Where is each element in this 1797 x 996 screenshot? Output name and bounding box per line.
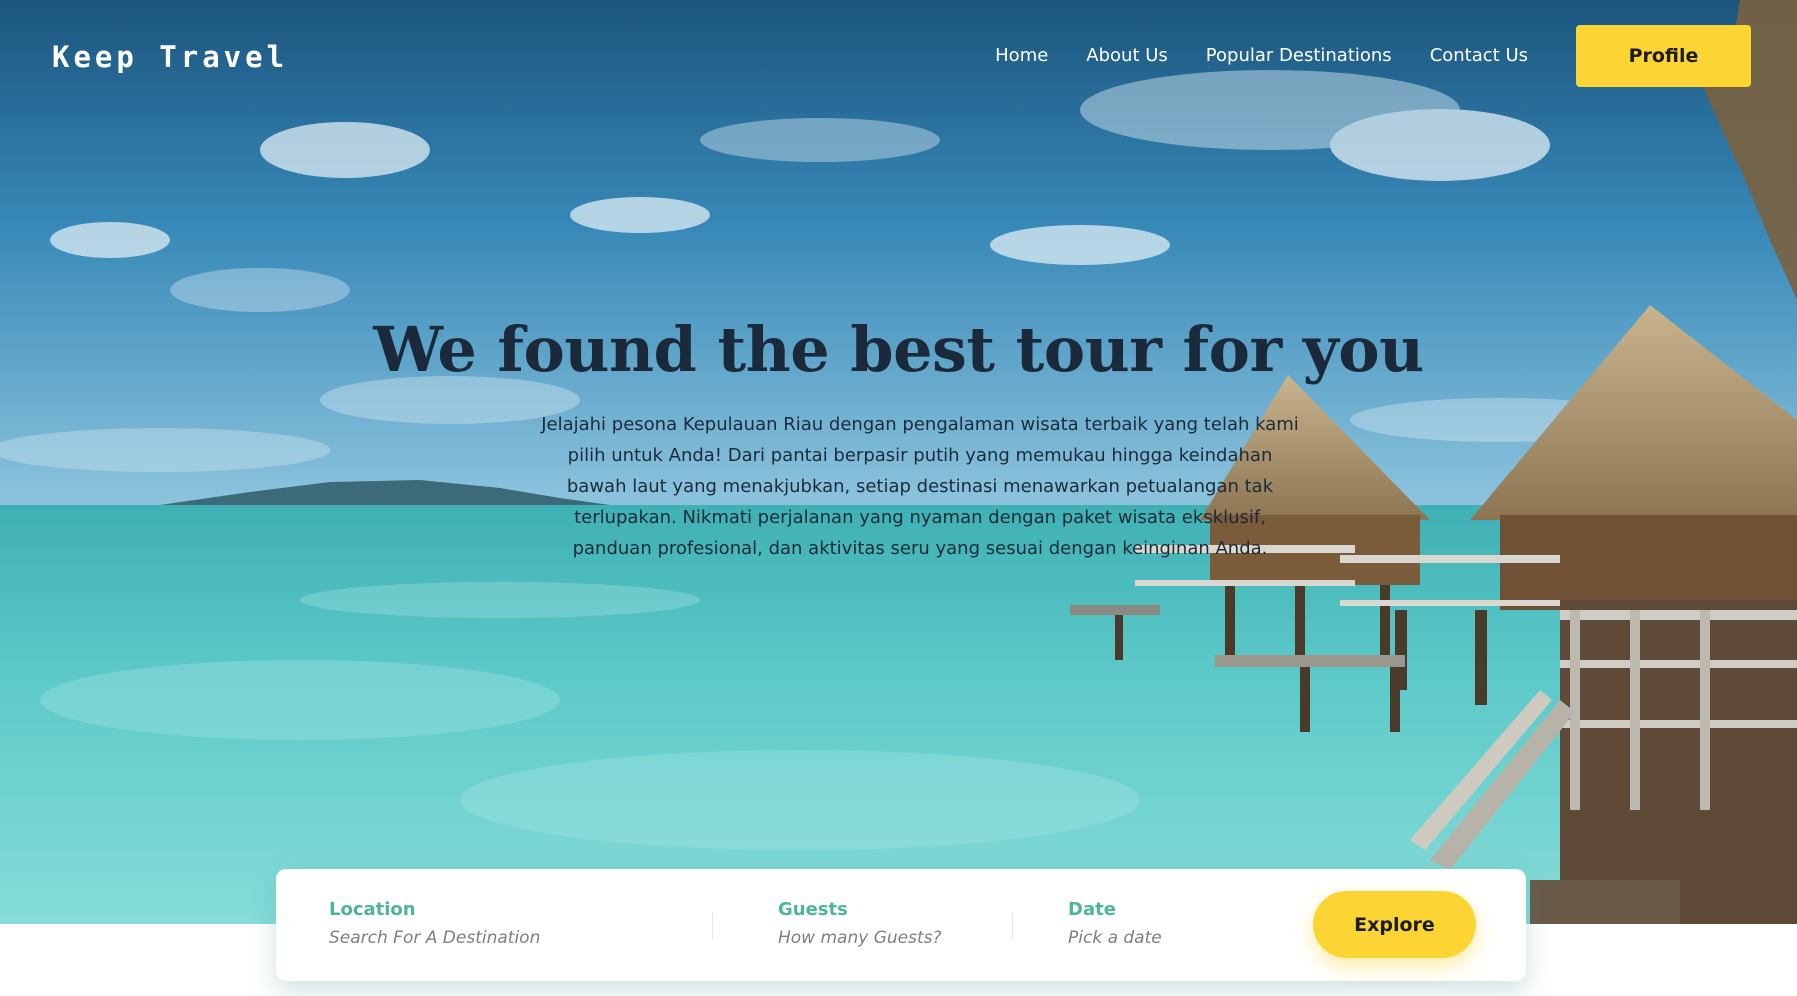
logo[interactable]: Keep Travel: [52, 40, 288, 74]
nav-contact-us[interactable]: Contact Us: [1430, 45, 1528, 66]
profile-button[interactable]: Profile: [1576, 25, 1751, 87]
location-label: Location: [329, 899, 416, 920]
date-label: Date: [1068, 899, 1116, 920]
nav-home[interactable]: Home: [995, 45, 1048, 66]
hero-description: Jelajahi pesona Kepulauan Riau dengan pe…: [541, 414, 1299, 559]
guests-input[interactable]: [778, 928, 978, 948]
search-panel: Location Guests Date Explore: [276, 869, 1526, 981]
location-field: Location: [329, 899, 629, 948]
nav-about-us[interactable]: About Us: [1086, 45, 1168, 66]
main-nav: Home About Us Popular Destinations Conta…: [995, 45, 1528, 66]
field-divider: [712, 913, 713, 939]
field-divider: [1012, 913, 1013, 939]
explore-button[interactable]: Explore: [1313, 891, 1476, 958]
location-input[interactable]: [329, 928, 629, 948]
hero-title: We found the best tour for you: [373, 313, 1424, 386]
date-field: Date: [1068, 899, 1268, 948]
nav-popular-destinations[interactable]: Popular Destinations: [1206, 45, 1392, 66]
guests-field: Guests: [778, 899, 978, 948]
date-input[interactable]: [1068, 928, 1268, 948]
guests-label: Guests: [778, 899, 848, 920]
